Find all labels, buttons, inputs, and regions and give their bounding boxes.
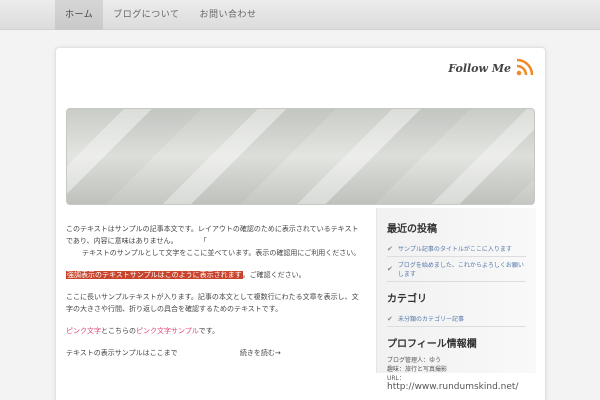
paragraph-1-continued: テキストのサンプルとして文字をここに並べています。表示の確認用にご利用ください。 bbox=[82, 249, 361, 257]
sidebar-title-category: カテゴリ bbox=[387, 294, 427, 305]
sidebar-title-profile: プロフィール情報欄 bbox=[387, 339, 477, 350]
main-nav: ホーム ブログについて お問い合わせ bbox=[55, 0, 266, 30]
bottom-left-text: テキストの表示サンプルはここまで bbox=[66, 349, 178, 357]
rss-icon[interactable] bbox=[516, 58, 534, 76]
check-icon: ✔ bbox=[387, 314, 393, 323]
list-item[interactable]: ✔ 未分類のカテゴリー記事 bbox=[387, 311, 526, 327]
content-paragraph-3: ここに長いサンプルテキストが入ります。記事の本文として複数行にわたる文章を表示し… bbox=[66, 293, 359, 313]
list-item[interactable]: ✔ ブログを始めました、これからよろしくお願いします bbox=[387, 257, 526, 282]
recent-posts-list: ✔ サンプル記事のタイトルがここに入ります ✔ ブログを始めました、これからよろ… bbox=[387, 241, 526, 282]
paragraph-1-text: このテキストはサンプルの記事本文です。レイアウトの確認のために表示されているテキ… bbox=[66, 225, 359, 245]
mid-text-2: です。 bbox=[198, 327, 220, 335]
profile-url-link[interactable]: http://www.rundumskind.net/ bbox=[387, 382, 518, 392]
profile-url-row: URL：http://www.rundumskind.net/ bbox=[387, 374, 526, 392]
pink-text-1: ピンク文字 bbox=[66, 327, 101, 335]
sidebar-title-recent: 最近の投稿 bbox=[387, 224, 437, 235]
main-card: Follow Me このテキストはサンプルの記事本文です。レイアウトの確認のため… bbox=[55, 47, 546, 400]
post-content: このテキストはサンプルの記事本文です。レイアウトの確認のために表示されているテキ… bbox=[66, 223, 362, 369]
read-more-link[interactable]: 続きを読む→ bbox=[240, 349, 281, 357]
profile-line-2: 趣味：旅行と写真撮影 bbox=[387, 366, 448, 373]
profile-url-label: URL： bbox=[387, 375, 405, 382]
content-paragraph-4: ピンク文字とこちらのピンク文字サンプルです。 bbox=[66, 325, 362, 337]
header-banner bbox=[66, 108, 535, 205]
highlighted-text: 強調表示のテキストサンプルはこのように表示されます bbox=[66, 271, 243, 279]
check-icon: ✔ bbox=[387, 265, 393, 273]
nav-item-home[interactable]: ホーム bbox=[55, 0, 104, 30]
category-link[interactable]: 未分類のカテゴリー記事 bbox=[398, 314, 464, 323]
follow-me-label[interactable]: Follow Me bbox=[448, 62, 511, 75]
pink-text-2: ピンク文字サンプル bbox=[136, 327, 199, 335]
content-paragraph-5: テキストの表示サンプルはここまで 続きを読む→ bbox=[66, 347, 362, 359]
paragraph-1-mark: 「 bbox=[199, 237, 207, 245]
recent-post-link[interactable]: ブログを始めました、これからよろしくお願いします bbox=[398, 260, 526, 278]
top-navigation-bar: ホーム ブログについて お問い合わせ bbox=[0, 0, 600, 30]
recent-post-link[interactable]: サンプル記事のタイトルがここに入ります bbox=[398, 244, 512, 253]
highlight-suffix: 。ご確認ください。 bbox=[242, 271, 306, 279]
category-list: ✔ 未分類のカテゴリー記事 bbox=[387, 311, 526, 327]
check-icon: ✔ bbox=[387, 244, 393, 253]
mid-text-1: とこちらの bbox=[101, 327, 136, 335]
content-paragraph-1: このテキストはサンプルの記事本文です。レイアウトの確認のために表示されているテキ… bbox=[66, 223, 362, 259]
list-item[interactable]: ✔ サンプル記事のタイトルがここに入ります bbox=[387, 241, 526, 257]
content-paragraph-2: 強調表示のテキストサンプルはこのように表示されます。ご確認ください。 bbox=[66, 269, 362, 281]
nav-item-contact[interactable]: お問い合わせ bbox=[189, 0, 266, 30]
sidebar: 最近の投稿 ✔ サンプル記事のタイトルがここに入ります ✔ ブログを始めました、… bbox=[376, 208, 536, 392]
profile-line-1: ブログ管理人：ゆう bbox=[387, 357, 442, 364]
nav-item-about[interactable]: ブログについて bbox=[103, 0, 189, 30]
